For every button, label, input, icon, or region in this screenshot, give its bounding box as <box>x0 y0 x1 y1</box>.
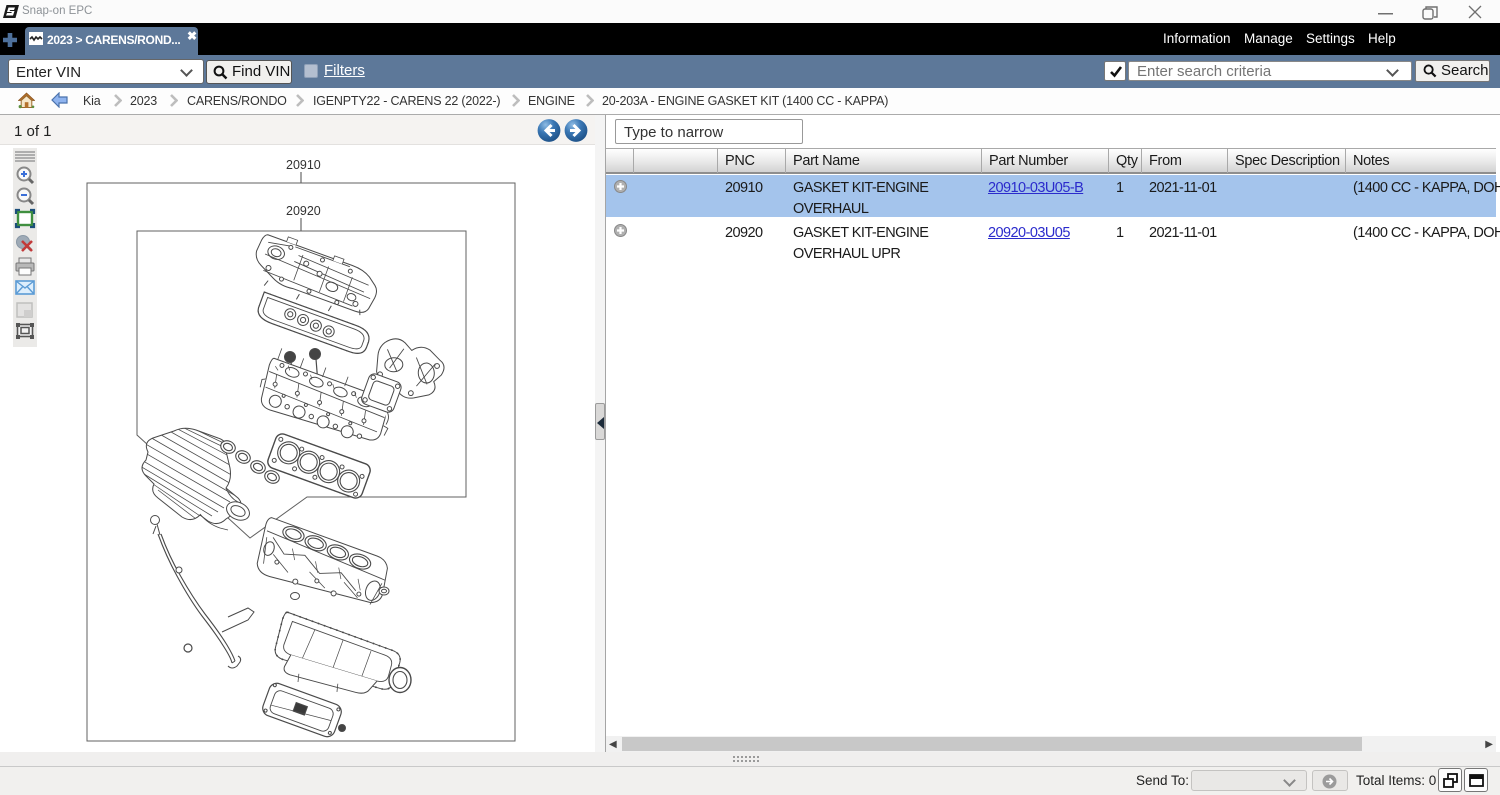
svg-text:20910: 20910 <box>286 158 321 172</box>
svg-text:20920: 20920 <box>286 204 321 218</box>
